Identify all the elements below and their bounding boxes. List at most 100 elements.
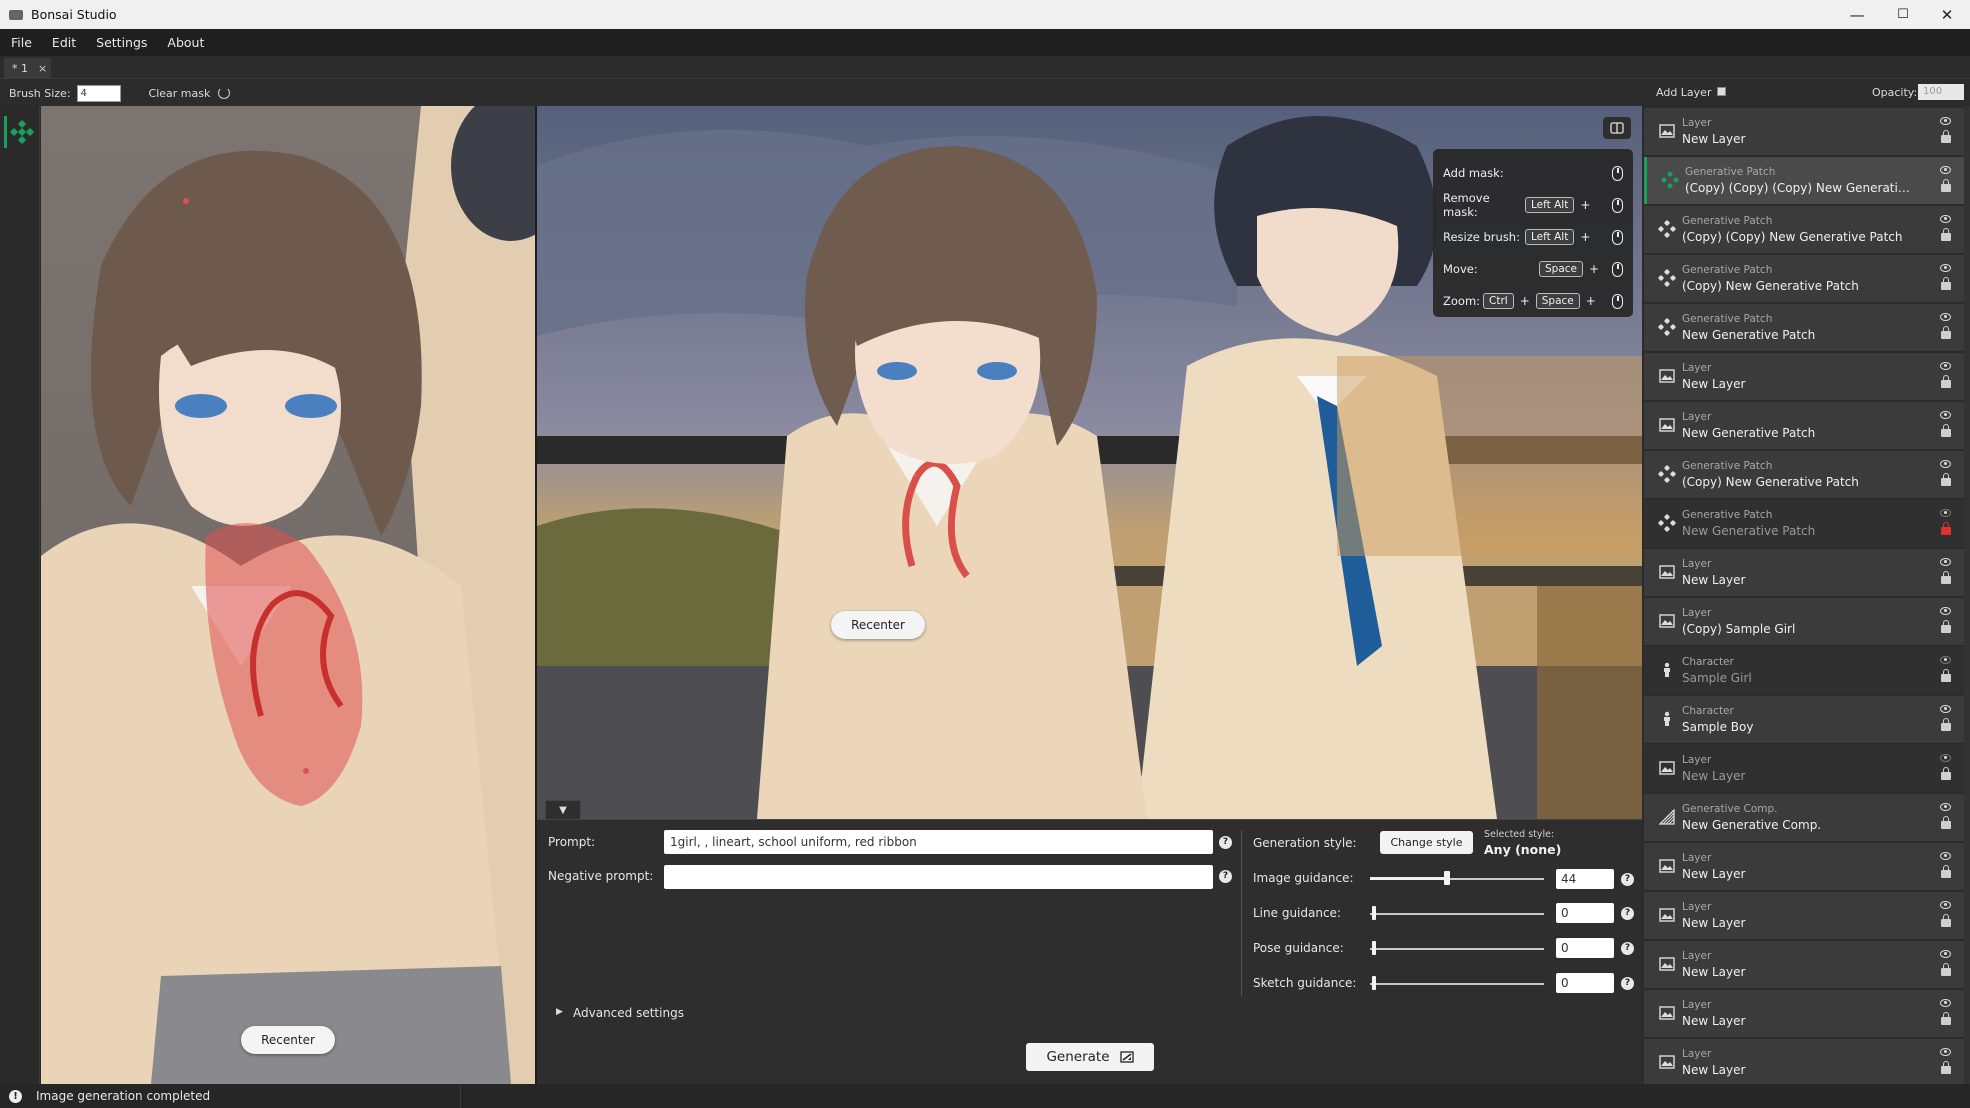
visibility-eye-icon[interactable] bbox=[1940, 1048, 1951, 1056]
layer-item[interactable]: Generative Patch New Generative Patch bbox=[1644, 500, 1969, 547]
lock-icon[interactable] bbox=[1941, 1012, 1951, 1025]
negative-prompt-input[interactable] bbox=[664, 865, 1213, 889]
layer-item[interactable]: Layer New Layer bbox=[1644, 353, 1969, 400]
generative-patch-tool-button[interactable] bbox=[4, 116, 36, 148]
visibility-eye-icon[interactable] bbox=[1940, 607, 1951, 615]
visibility-eye-icon[interactable] bbox=[1940, 901, 1951, 909]
lock-icon[interactable] bbox=[1941, 277, 1951, 290]
menu-edit[interactable]: Edit bbox=[42, 35, 86, 50]
split-view-toggle[interactable] bbox=[1603, 117, 1631, 139]
layer-item[interactable]: Layer New Layer bbox=[1644, 990, 1969, 1037]
layer-item[interactable]: Layer New Layer bbox=[1644, 843, 1969, 890]
prompt-input[interactable]: 1girl, , lineart, school uniform, red ri… bbox=[664, 830, 1213, 854]
layer-item[interactable]: Layer New Layer bbox=[1644, 941, 1969, 988]
close-tab-icon[interactable]: × bbox=[38, 62, 47, 75]
lock-icon[interactable] bbox=[1941, 179, 1951, 192]
layer-item[interactable]: Generative Patch (Copy) (Copy) (Copy) New… bbox=[1644, 157, 1969, 204]
visibility-eye-icon[interactable] bbox=[1940, 313, 1951, 321]
lock-icon[interactable] bbox=[1941, 620, 1951, 633]
layer-item[interactable]: Layer New Layer bbox=[1644, 892, 1969, 939]
document-tab[interactable]: * 1 × bbox=[4, 58, 51, 78]
recenter-button-right[interactable]: Recenter bbox=[831, 611, 925, 639]
layer-item[interactable]: Generative Comp. New Generative Comp. bbox=[1644, 794, 1969, 841]
clear-mask-icon[interactable] bbox=[218, 87, 231, 99]
layer-item[interactable]: Generative Patch (Copy) New Generative Pa… bbox=[1644, 255, 1969, 302]
clear-mask-button[interactable]: Clear mask bbox=[149, 87, 211, 100]
pose-guidance-help-icon[interactable]: ? bbox=[1621, 942, 1634, 955]
layer-item[interactable]: Layer New Layer bbox=[1644, 108, 1969, 155]
visibility-eye-icon[interactable] bbox=[1940, 754, 1951, 762]
layer-item[interactable]: Character Sample Boy bbox=[1644, 696, 1969, 743]
lock-icon[interactable] bbox=[1941, 1061, 1951, 1074]
prompt-help-icon[interactable]: ? bbox=[1219, 836, 1232, 849]
close-window-button[interactable]: ✕ bbox=[1924, 0, 1970, 29]
lock-icon[interactable] bbox=[1941, 473, 1951, 486]
collapse-panel-button[interactable]: ▼ bbox=[545, 800, 581, 820]
lock-icon[interactable] bbox=[1941, 375, 1951, 388]
recenter-button-left[interactable]: Recenter bbox=[241, 1026, 335, 1054]
layer-item[interactable]: Layer New Layer bbox=[1644, 549, 1969, 596]
visibility-eye-icon[interactable] bbox=[1940, 509, 1951, 517]
visibility-eye-icon[interactable] bbox=[1940, 166, 1951, 174]
visibility-eye-icon[interactable] bbox=[1940, 460, 1951, 468]
visibility-eye-icon[interactable] bbox=[1940, 656, 1951, 664]
visibility-eye-icon[interactable] bbox=[1940, 411, 1951, 419]
visibility-eye-icon[interactable] bbox=[1940, 362, 1951, 370]
advanced-settings-arrow-icon[interactable]: ▶ bbox=[556, 1007, 563, 1017]
visibility-eye-icon[interactable] bbox=[1940, 215, 1951, 223]
visibility-eye-icon[interactable] bbox=[1940, 852, 1951, 860]
negative-prompt-help-icon[interactable]: ? bbox=[1219, 870, 1232, 883]
lock-icon[interactable] bbox=[1941, 522, 1951, 535]
layer-item[interactable]: Layer New Layer bbox=[1644, 745, 1969, 792]
opacity-input[interactable]: 100 bbox=[1918, 84, 1964, 100]
image-guidance-slider[interactable] bbox=[1443, 871, 1450, 885]
visibility-eye-icon[interactable] bbox=[1940, 803, 1951, 811]
brush-size-input[interactable]: 4 bbox=[76, 84, 121, 102]
layer-item[interactable]: Layer New Layer bbox=[1644, 1039, 1969, 1084]
add-layer-label[interactable]: Add Layer bbox=[1656, 86, 1711, 99]
sketch-guidance-help-icon[interactable]: ? bbox=[1621, 977, 1634, 990]
menu-settings[interactable]: Settings bbox=[86, 35, 157, 50]
generate-button[interactable]: Generate bbox=[1026, 1043, 1154, 1071]
layer-item[interactable]: Generative Patch (Copy) New Generative Pa… bbox=[1644, 451, 1969, 498]
sketch-guidance-slider[interactable] bbox=[1372, 976, 1376, 990]
change-style-button[interactable]: Change style bbox=[1380, 831, 1473, 854]
lock-icon[interactable] bbox=[1941, 326, 1951, 339]
visibility-eye-icon[interactable] bbox=[1940, 558, 1951, 566]
lock-icon[interactable] bbox=[1941, 816, 1951, 829]
menu-file[interactable]: File bbox=[1, 35, 42, 50]
pose-guidance-slider[interactable] bbox=[1372, 941, 1376, 955]
minimize-button[interactable]: — bbox=[1834, 0, 1880, 29]
lock-icon[interactable] bbox=[1941, 669, 1951, 682]
mask-canvas[interactable]: Recenter bbox=[41, 106, 535, 1084]
visibility-eye-icon[interactable] bbox=[1940, 264, 1951, 272]
visibility-eye-icon[interactable] bbox=[1940, 999, 1951, 1007]
lock-icon[interactable] bbox=[1941, 718, 1951, 731]
line-guidance-slider[interactable] bbox=[1372, 906, 1376, 920]
image-guidance-help-icon[interactable]: ? bbox=[1621, 873, 1634, 886]
image-guidance-input[interactable]: 44 bbox=[1556, 869, 1614, 889]
advanced-settings-toggle[interactable]: Advanced settings bbox=[573, 1006, 684, 1020]
menu-about[interactable]: About bbox=[157, 35, 214, 50]
visibility-eye-icon[interactable] bbox=[1940, 117, 1951, 125]
lock-icon[interactable] bbox=[1941, 865, 1951, 878]
lock-icon[interactable] bbox=[1941, 767, 1951, 780]
lock-icon[interactable] bbox=[1941, 571, 1951, 584]
layer-item[interactable]: Layer (Copy) Sample Girl bbox=[1644, 598, 1969, 645]
lock-icon[interactable] bbox=[1941, 914, 1951, 927]
pose-guidance-input[interactable]: 0 bbox=[1556, 938, 1614, 958]
line-guidance-input[interactable]: 0 bbox=[1556, 903, 1614, 923]
visibility-eye-icon[interactable] bbox=[1940, 705, 1951, 713]
layer-item[interactable]: Generative Patch New Generative Patch bbox=[1644, 304, 1969, 351]
lock-icon[interactable] bbox=[1941, 424, 1951, 437]
lock-icon[interactable] bbox=[1941, 963, 1951, 976]
layer-item[interactable]: Layer New Generative Patch bbox=[1644, 402, 1969, 449]
layers-scrollbar[interactable] bbox=[1964, 106, 1970, 1084]
sketch-guidance-input[interactable]: 0 bbox=[1556, 973, 1614, 993]
layer-item[interactable]: Generative Patch (Copy) (Copy) New Genera… bbox=[1644, 206, 1969, 253]
lock-icon[interactable] bbox=[1941, 228, 1951, 241]
visibility-eye-icon[interactable] bbox=[1940, 950, 1951, 958]
add-layer-button[interactable] bbox=[1717, 87, 1726, 96]
maximize-button[interactable]: ☐ bbox=[1880, 0, 1926, 29]
layer-item[interactable]: Character Sample Girl bbox=[1644, 647, 1969, 694]
